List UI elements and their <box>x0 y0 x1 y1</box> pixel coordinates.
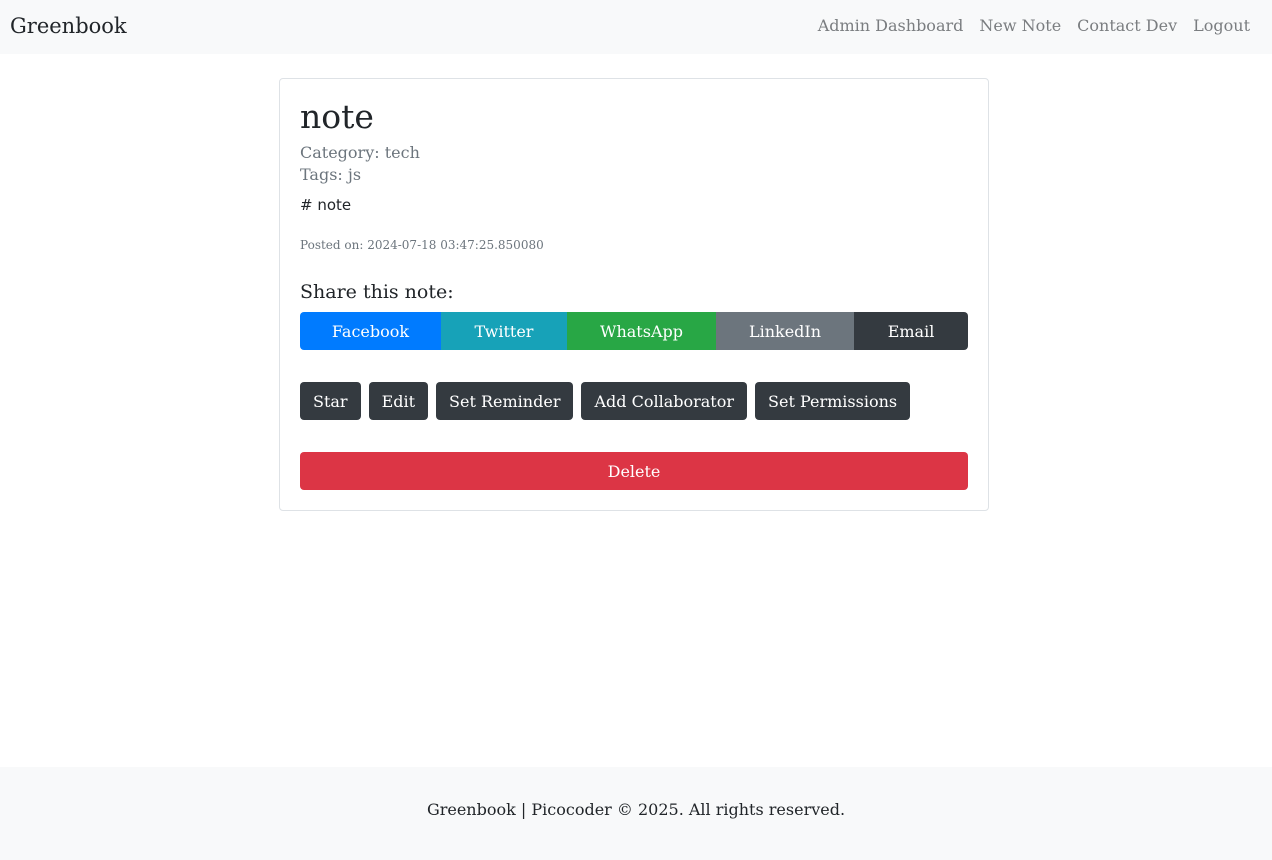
share-button-group: Facebook Twitter WhatsApp LinkedIn Email <box>300 312 968 350</box>
note-card: note Category: tech Tags: js # note Post… <box>279 78 989 511</box>
nav-link-logout[interactable]: Logout <box>1193 15 1250 37</box>
share-heading: Share this note: <box>300 281 454 303</box>
edit-button[interactable]: Edit <box>368 382 429 420</box>
brand-link[interactable]: Greenbook <box>10 12 127 40</box>
add-collaborator-button[interactable]: Add Collaborator <box>581 382 748 420</box>
set-permissions-button[interactable]: Set Permissions <box>755 382 911 420</box>
note-action-row: Star Edit Set Reminder Add Collaborator … <box>300 382 911 420</box>
note-title: note <box>300 97 374 136</box>
posted-on: Posted on: 2024-07-18 03:47:25.850080 <box>300 238 544 252</box>
share-twitter-button[interactable]: Twitter <box>441 312 567 350</box>
set-reminder-button[interactable]: Set Reminder <box>436 382 574 420</box>
navbar: Greenbook Admin Dashboard New Note Conta… <box>0 0 1272 54</box>
share-facebook-button[interactable]: Facebook <box>300 312 441 350</box>
share-linkedin-button[interactable]: LinkedIn <box>716 312 854 350</box>
share-email-button[interactable]: Email <box>854 312 968 350</box>
nav-link-contact-dev[interactable]: Contact Dev <box>1077 15 1177 37</box>
nav-link-admin-dashboard[interactable]: Admin Dashboard <box>818 15 964 37</box>
footer-copyright: Greenbook | Picocoder © 2025. All rights… <box>426 800 846 819</box>
nav-links: Admin Dashboard New Note Contact Dev Log… <box>818 15 1250 37</box>
share-whatsapp-button[interactable]: WhatsApp <box>567 312 716 350</box>
footer: Greenbook | Picocoder © 2025. All rights… <box>0 767 1272 860</box>
note-content: # note <box>300 196 352 214</box>
star-button[interactable]: Star <box>300 382 361 420</box>
nav-link-new-note[interactable]: New Note <box>979 15 1061 37</box>
delete-button[interactable]: Delete <box>300 452 968 490</box>
note-tags: Tags: js <box>300 165 362 184</box>
note-category: Category: tech <box>300 143 420 162</box>
